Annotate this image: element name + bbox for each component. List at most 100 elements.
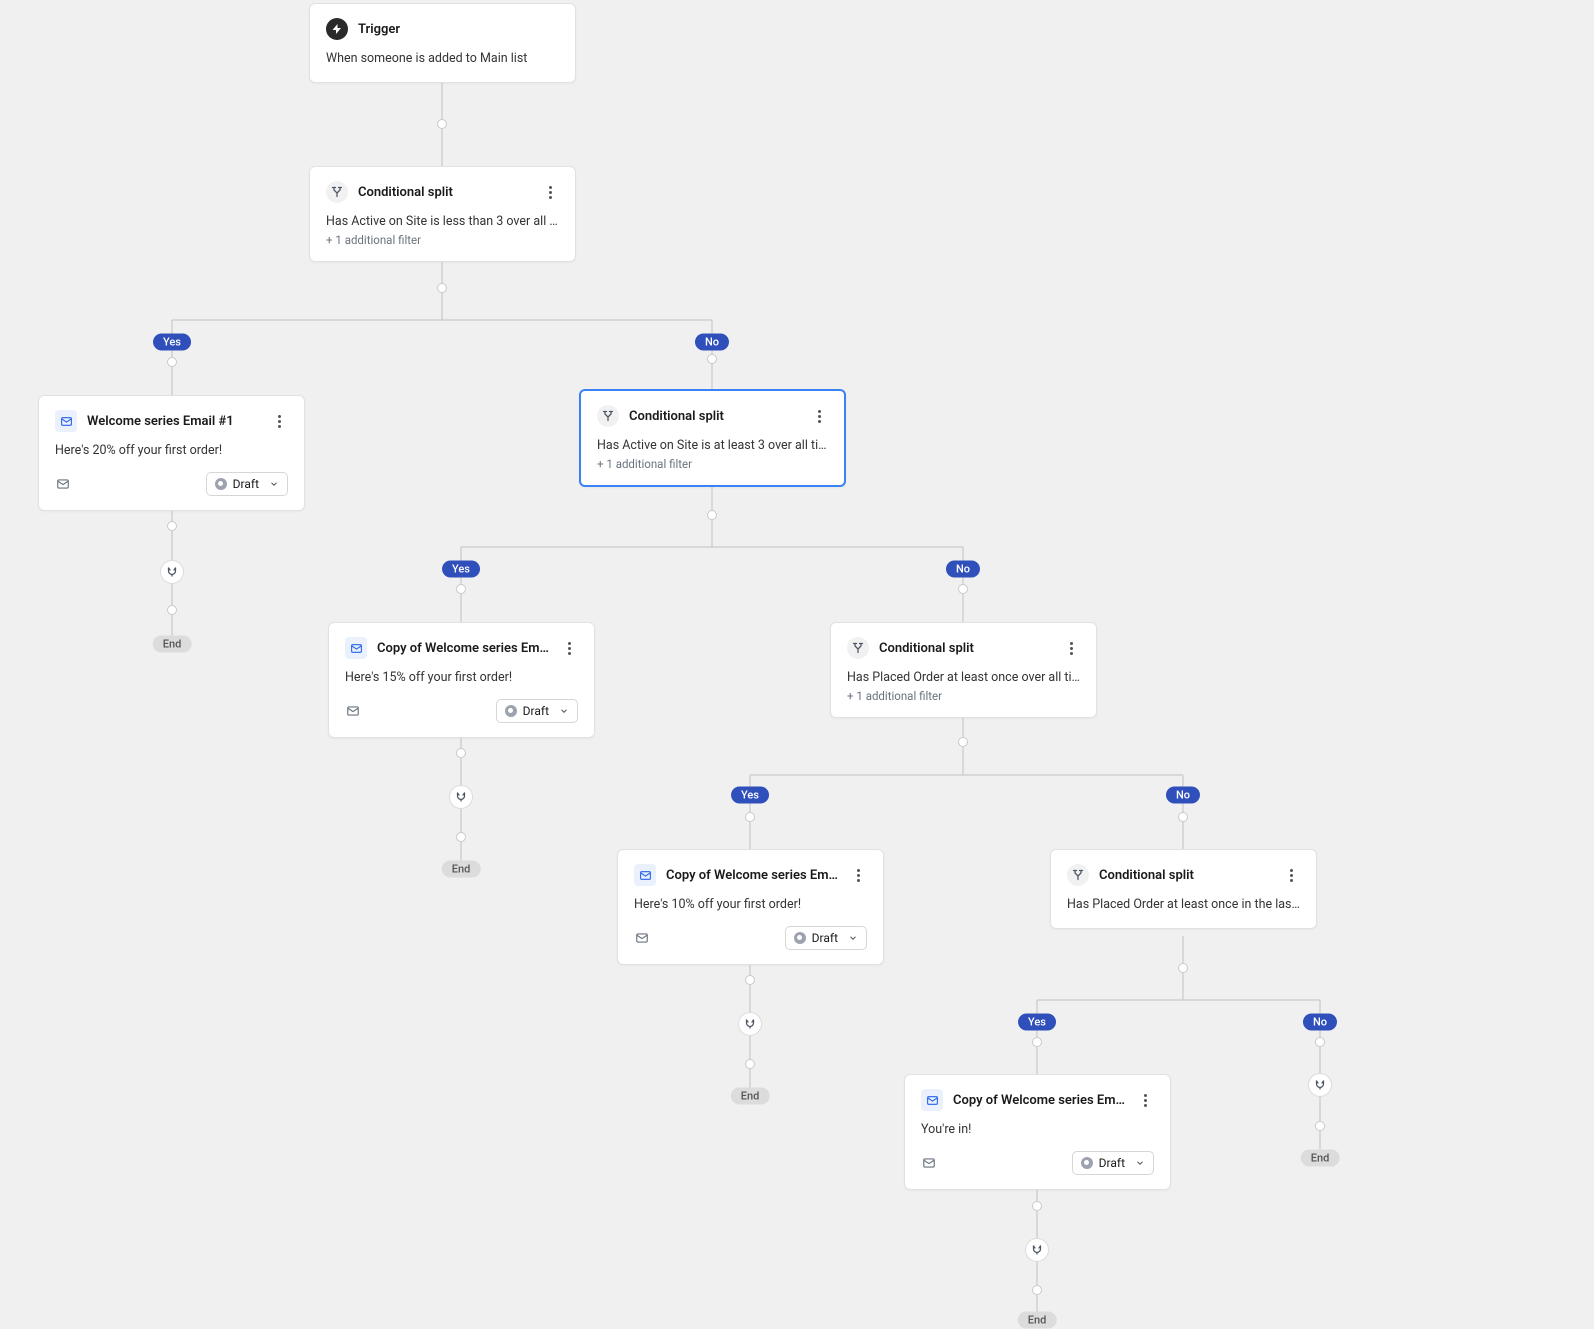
status-dropdown[interactable]: Draft	[1072, 1151, 1154, 1175]
branch-yes-pill: Yes	[731, 787, 769, 804]
add-node-dot[interactable]	[1032, 1201, 1042, 1211]
email-icon	[921, 1089, 943, 1111]
chevron-down-icon	[848, 933, 858, 943]
end-node: End	[442, 861, 481, 878]
additional-filters: + 1 additional filter	[847, 689, 1080, 703]
add-node-dot[interactable]	[1178, 812, 1188, 822]
status-label: Draft	[523, 704, 549, 718]
status-label: Draft	[812, 931, 838, 945]
add-node-dot[interactable]	[1315, 1037, 1325, 1047]
add-node-dot[interactable]	[707, 354, 717, 364]
kebab-menu[interactable]	[541, 183, 559, 201]
status-dot-icon	[1081, 1157, 1093, 1169]
conditional-split-node[interactable]: Conditional split Has Active on Site is …	[579, 389, 846, 487]
conditional-split-node[interactable]: Conditional split Has Placed Order at le…	[1050, 849, 1317, 929]
conditional-split-node[interactable]: Conditional split Has Active on Site is …	[309, 166, 576, 262]
channel-email-icon	[634, 930, 650, 946]
channel-email-icon	[921, 1155, 937, 1171]
add-node-dot[interactable]	[437, 119, 447, 129]
ab-test-button[interactable]	[449, 785, 473, 809]
email-icon	[55, 410, 77, 432]
add-node-dot[interactable]	[707, 510, 717, 520]
ab-test-button[interactable]	[160, 560, 184, 584]
status-label: Draft	[233, 477, 259, 491]
add-node-dot[interactable]	[1032, 1037, 1042, 1047]
node-description: Has Active on Site is less than 3 over a…	[326, 213, 559, 231]
node-title: Copy of Welcome series Em...	[666, 868, 839, 883]
split-icon	[326, 181, 348, 203]
add-node-dot[interactable]	[456, 832, 466, 842]
channel-email-icon	[345, 703, 361, 719]
ab-test-button[interactable]	[1025, 1238, 1049, 1262]
kebab-menu[interactable]	[849, 866, 867, 884]
add-node-dot[interactable]	[456, 584, 466, 594]
add-node-dot[interactable]	[1178, 963, 1188, 973]
branch-no-pill: No	[695, 334, 729, 351]
add-node-dot[interactable]	[745, 975, 755, 985]
add-node-dot[interactable]	[167, 521, 177, 531]
node-description: Here's 15% off your first order!	[345, 669, 578, 687]
channel-email-icon	[55, 476, 71, 492]
end-node: End	[1301, 1150, 1340, 1167]
ab-test-button[interactable]	[1308, 1073, 1332, 1097]
trigger-node[interactable]: Trigger When someone is added to Main li…	[309, 3, 576, 83]
branch-no-pill: No	[1166, 787, 1200, 804]
node-description: Here's 10% off your first order!	[634, 896, 867, 914]
end-node: End	[153, 636, 192, 653]
status-dropdown[interactable]: Draft	[785, 926, 867, 950]
chevron-down-icon	[269, 479, 279, 489]
add-node-dot[interactable]	[456, 748, 466, 758]
email-node[interactable]: Copy of Welcome series Em... Here's 10% …	[617, 849, 884, 965]
node-title: Conditional split	[879, 641, 1052, 656]
status-dropdown[interactable]: Draft	[206, 472, 288, 496]
kebab-menu[interactable]	[1136, 1091, 1154, 1109]
add-node-dot[interactable]	[437, 283, 447, 293]
status-label: Draft	[1099, 1156, 1125, 1170]
node-title: Conditional split	[358, 185, 531, 200]
kebab-menu[interactable]	[1062, 639, 1080, 657]
node-title: Welcome series Email #1	[87, 414, 260, 429]
add-node-dot[interactable]	[958, 584, 968, 594]
node-description: Here's 20% off your first order!	[55, 442, 288, 460]
chevron-down-icon	[1135, 1158, 1145, 1168]
add-node-dot[interactable]	[167, 605, 177, 615]
status-dot-icon	[215, 478, 227, 490]
email-icon	[345, 637, 367, 659]
node-description: You're in!	[921, 1121, 1154, 1139]
chevron-down-icon	[559, 706, 569, 716]
conditional-split-node[interactable]: Conditional split Has Placed Order at le…	[830, 622, 1097, 718]
email-icon	[634, 864, 656, 886]
status-dot-icon	[794, 932, 806, 944]
split-icon	[1067, 864, 1089, 886]
additional-filters: + 1 additional filter	[597, 457, 828, 471]
add-node-dot[interactable]	[745, 812, 755, 822]
ab-test-button[interactable]	[738, 1012, 762, 1036]
kebab-menu[interactable]	[270, 412, 288, 430]
add-node-dot[interactable]	[1315, 1121, 1325, 1131]
email-node[interactable]: Welcome series Email #1 Here's 20% off y…	[38, 395, 305, 511]
split-icon	[847, 637, 869, 659]
node-description: Has Placed Order at least once in the la…	[1067, 896, 1300, 914]
node-description: When someone is added to Main list	[326, 50, 559, 68]
email-node[interactable]: Copy of Welcome series Em... You're in! …	[904, 1074, 1171, 1190]
branch-no-pill: No	[1303, 1014, 1337, 1031]
add-node-dot[interactable]	[167, 357, 177, 367]
add-node-dot[interactable]	[958, 737, 968, 747]
branch-no-pill: No	[946, 561, 980, 578]
split-icon	[597, 405, 619, 427]
end-node: End	[1018, 1312, 1057, 1329]
node-title: Conditional split	[629, 409, 800, 424]
branch-yes-pill: Yes	[442, 561, 480, 578]
email-node[interactable]: Copy of Welcome series Em... Here's 15% …	[328, 622, 595, 738]
add-node-dot[interactable]	[1032, 1285, 1042, 1295]
node-title: Trigger	[358, 22, 559, 37]
end-node: End	[731, 1088, 770, 1105]
branch-yes-pill: Yes	[153, 334, 191, 351]
add-node-dot[interactable]	[745, 1059, 755, 1069]
kebab-menu[interactable]	[560, 639, 578, 657]
node-title: Copy of Welcome series Em...	[953, 1093, 1126, 1108]
status-dropdown[interactable]: Draft	[496, 699, 578, 723]
kebab-menu[interactable]	[1282, 866, 1300, 884]
node-description: Has Active on Site is at least 3 over al…	[597, 437, 828, 455]
kebab-menu[interactable]	[810, 407, 828, 425]
